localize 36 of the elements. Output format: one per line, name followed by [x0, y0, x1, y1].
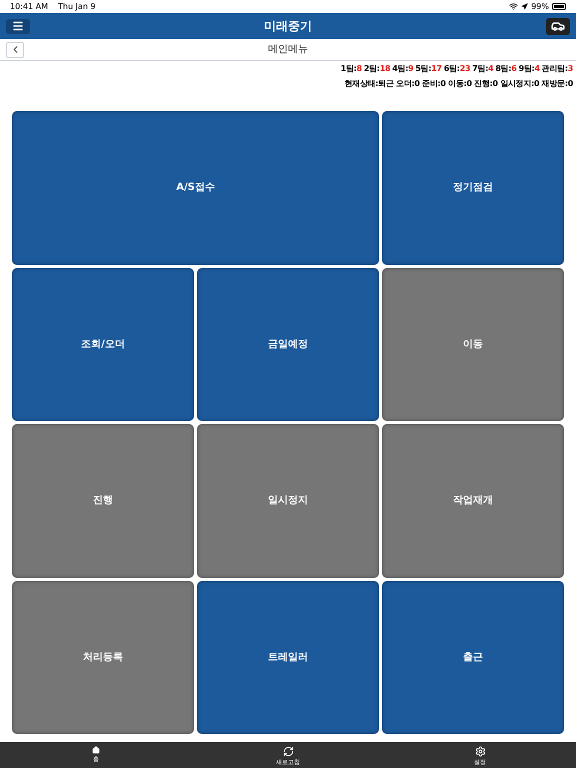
menu-tile[interactable]: 정기점검: [382, 111, 564, 264]
menu-tile[interactable]: 진행: [12, 424, 194, 578]
team-count: 1팀:8: [340, 63, 362, 75]
menu-tile[interactable]: 이동: [382, 268, 564, 421]
current-status: 현재상태:퇴근 오더:0 준비:0 이동:0 진행:0 일시정지:0 재방문:0: [344, 78, 573, 90]
team-count: 6팀:23: [444, 63, 470, 75]
menu-tile[interactable]: 출근: [382, 580, 564, 734]
status-date: Thu Jan 9: [58, 0, 96, 12]
menu-tile[interactable]: 일시정지: [197, 424, 379, 578]
team-count: 관리팀:3: [542, 63, 573, 75]
menu-tile[interactable]: 조회/오더: [12, 268, 194, 421]
car-button[interactable]: [546, 18, 570, 34]
menu-icon: [12, 20, 24, 32]
menu-tile[interactable]: 트레일러: [197, 580, 379, 734]
wifi-icon: [509, 2, 518, 11]
back-button[interactable]: [6, 42, 24, 58]
menu-button[interactable]: [6, 18, 30, 34]
menu-tile[interactable]: 작업재개: [382, 424, 564, 578]
team-count: 8팀:6: [495, 63, 517, 75]
battery-icon: [552, 3, 566, 10]
location-icon: [521, 3, 528, 10]
team-count: 9팀:4: [518, 63, 540, 75]
refresh-icon: [282, 746, 294, 757]
home-icon: [92, 746, 100, 754]
team-count: 7팀:4: [472, 63, 494, 75]
team-count: 4팀:9: [392, 63, 414, 75]
settings-icon: [474, 746, 486, 757]
team-count: 2팀:18: [364, 63, 390, 75]
page-title: 메인메뉴: [268, 43, 308, 57]
status-time: 10:41 AM: [10, 0, 48, 12]
menu-tile[interactable]: A/S접수: [12, 111, 379, 264]
app-title: 미래중기: [264, 18, 312, 35]
team-count: 5팀:17: [415, 63, 442, 75]
battery-level: 99%: [531, 0, 549, 12]
menu-tile[interactable]: 금일예정: [197, 268, 379, 421]
menu-tile[interactable]: 처리등록: [12, 580, 194, 734]
